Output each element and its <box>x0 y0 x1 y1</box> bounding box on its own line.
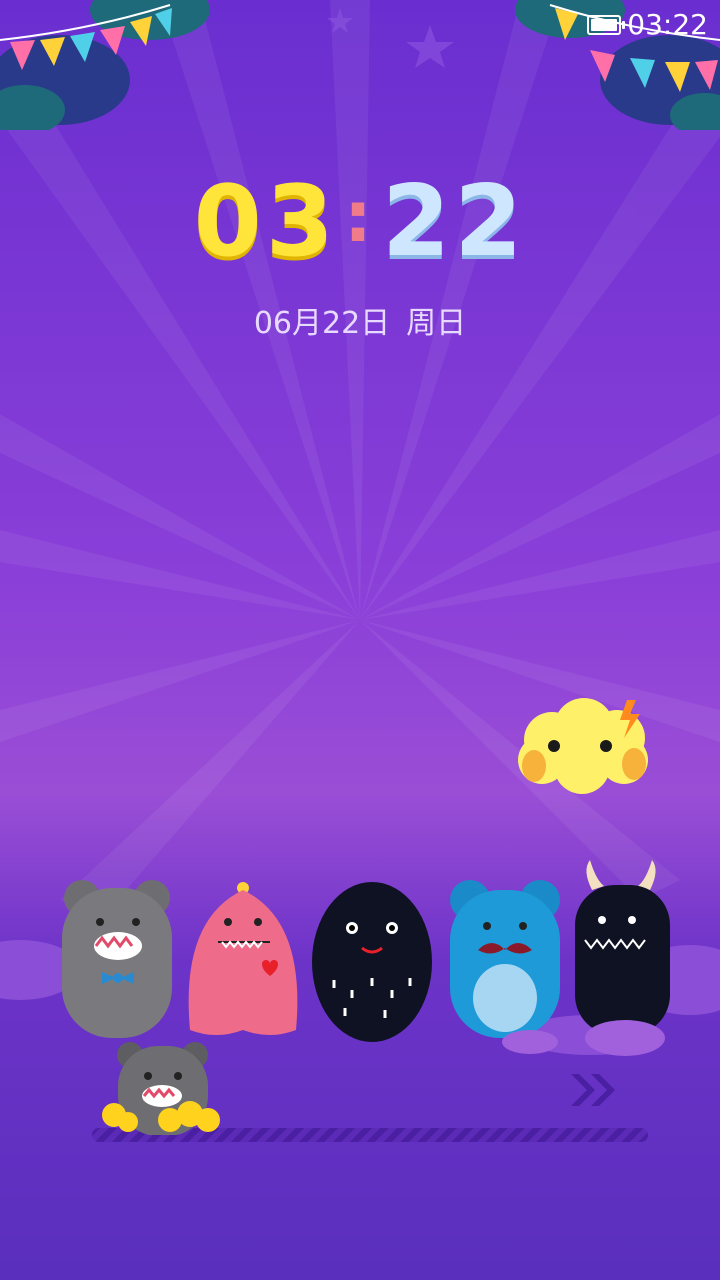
lockscreen-clock: 03:22 <box>0 165 720 279</box>
date-weekday: 周日 <box>406 306 467 341</box>
black-horned-monster <box>575 860 670 1035</box>
bunting-decoration-left <box>0 0 210 130</box>
battery-icon <box>587 14 626 35</box>
clock-separator: : <box>344 176 376 258</box>
gray-bear-monster <box>62 880 172 1038</box>
double-chevron-right-icon <box>571 1074 615 1106</box>
pink-monster <box>188 882 298 1035</box>
lockscreen-date: 06月22日 周日 <box>0 298 720 342</box>
yellow-cloud-monster <box>518 698 648 794</box>
monster-characters <box>0 860 720 1056</box>
unlock-slider-handle[interactable] <box>100 1040 225 1135</box>
date-day: 06月22日 <box>253 306 391 341</box>
blue-bear-monster <box>450 880 560 1038</box>
black-fuzzy-monster <box>312 882 432 1042</box>
status-bar: 03:22 <box>587 8 708 41</box>
status-time: 03:22 <box>627 8 708 41</box>
clock-minutes: 22 <box>382 165 527 279</box>
clock-hours: 03 <box>193 165 338 279</box>
